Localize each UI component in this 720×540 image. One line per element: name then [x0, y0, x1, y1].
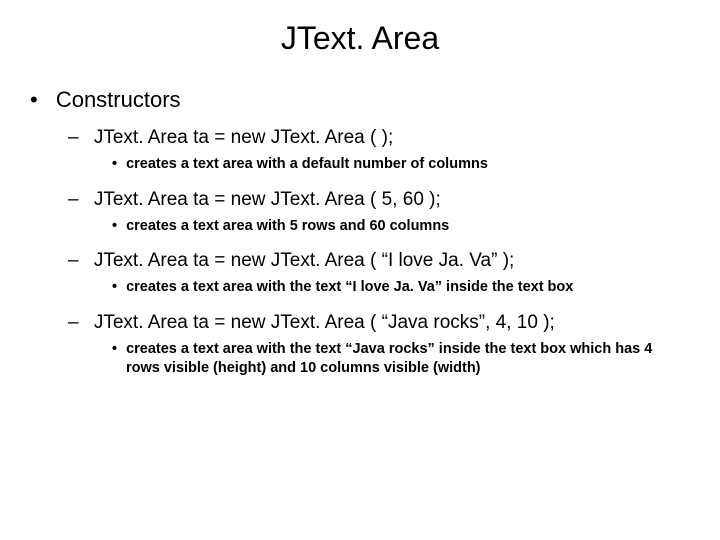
- constructor-description: creates a text area with 5 rows and 60 c…: [112, 217, 672, 237]
- slide: JText. Area Constructors JText. Area ta …: [0, 0, 720, 540]
- constructor-item: JText. Area ta = new JText. Area ( “Java…: [68, 312, 720, 379]
- section-heading: Constructors JText. Area ta = new JText.…: [30, 87, 720, 379]
- bullet-list-level3: creates a text area with the text “Java …: [84, 340, 720, 379]
- bullet-list-level1: Constructors JText. Area ta = new JText.…: [0, 87, 720, 379]
- bullet-list-level3: creates a text area with 5 rows and 60 c…: [84, 217, 720, 237]
- constructor-description: creates a text area with the text “Java …: [112, 340, 672, 379]
- constructor-item: JText. Area ta = new JText. Area ( “I lo…: [68, 250, 720, 298]
- slide-title: JText. Area: [0, 20, 720, 57]
- constructor-description: creates a text area with a default numbe…: [112, 155, 672, 175]
- constructor-signature: JText. Area ta = new JText. Area ( );: [94, 127, 393, 148]
- constructor-signature: JText. Area ta = new JText. Area ( “I lo…: [94, 250, 514, 271]
- bullet-list-level2: JText. Area ta = new JText. Area ( ); cr…: [30, 127, 720, 379]
- constructor-item: JText. Area ta = new JText. Area ( 5, 60…: [68, 189, 720, 237]
- bullet-list-level3: creates a text area with the text “I lov…: [84, 278, 720, 298]
- bullet-list-level3: creates a text area with a default numbe…: [84, 155, 720, 175]
- section-label: Constructors: [56, 87, 181, 112]
- constructor-item: JText. Area ta = new JText. Area ( ); cr…: [68, 127, 720, 175]
- constructor-description: creates a text area with the text “I lov…: [112, 278, 672, 298]
- constructor-signature: JText. Area ta = new JText. Area ( “Java…: [94, 312, 555, 333]
- constructor-signature: JText. Area ta = new JText. Area ( 5, 60…: [94, 189, 441, 210]
